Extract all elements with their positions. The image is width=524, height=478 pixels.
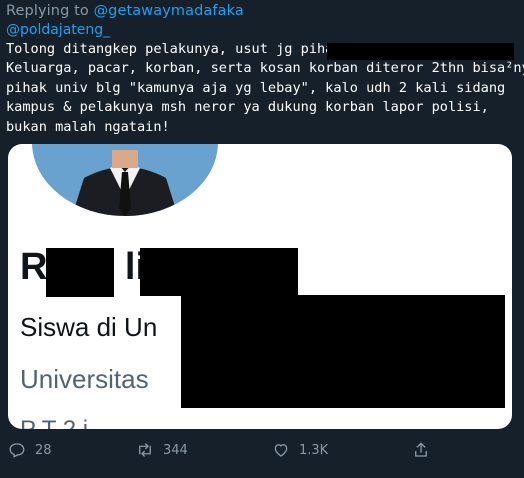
heart-icon [274,444,288,457]
redaction-block [181,295,505,408]
reply-icon [9,443,25,458]
replying-to-label: Replying to [6,3,94,19]
media-card[interactable]: Ri l P lin Siswa di Un Universitas P T 2… [8,144,512,429]
card-line-1: Siswa di Un [20,312,158,342]
mention-handle[interactable]: @poldajateng_ [6,22,110,38]
like-count: 1.3K [299,442,329,458]
retweet-icon [139,443,151,457]
redaction-block [327,43,514,60]
redaction-block [46,248,114,297]
reply-action[interactable]: 28 [8,441,52,459]
reply-count: 28 [35,442,52,458]
like-action[interactable]: 1.3K [272,441,328,459]
retweet-count: 344 [163,442,188,458]
share-icon [415,442,427,457]
tweet-line-5: bukan malah ngatain! [6,118,170,135]
share-action[interactable] [412,441,439,459]
tweet-line-1: Tolong ditangkep pelakunya, usut jg piha… [6,41,350,57]
redaction-block [140,248,298,296]
tweet-actions: 28 344 1.3K [0,441,524,461]
retweet-action[interactable]: 344 [136,441,188,459]
tweet-line-2: Keluarga, pacar, korban, serta kosan kor… [6,60,524,77]
replying-to-handle[interactable]: @getawaymadafaka [94,3,244,19]
person-photo-icon [32,144,218,216]
avatar [28,144,222,220]
tweet-line-4: kampus & pelakunya msh neror ya dukung k… [6,99,489,116]
tweet-line-3: pihak univ blg "kamunya aja yg lebay", k… [6,79,506,96]
card-line-3: P T 2 i [20,416,88,429]
card-line-2: Universitas [20,364,149,394]
replying-to: Replying to @getawaymadafaka [6,3,244,19]
